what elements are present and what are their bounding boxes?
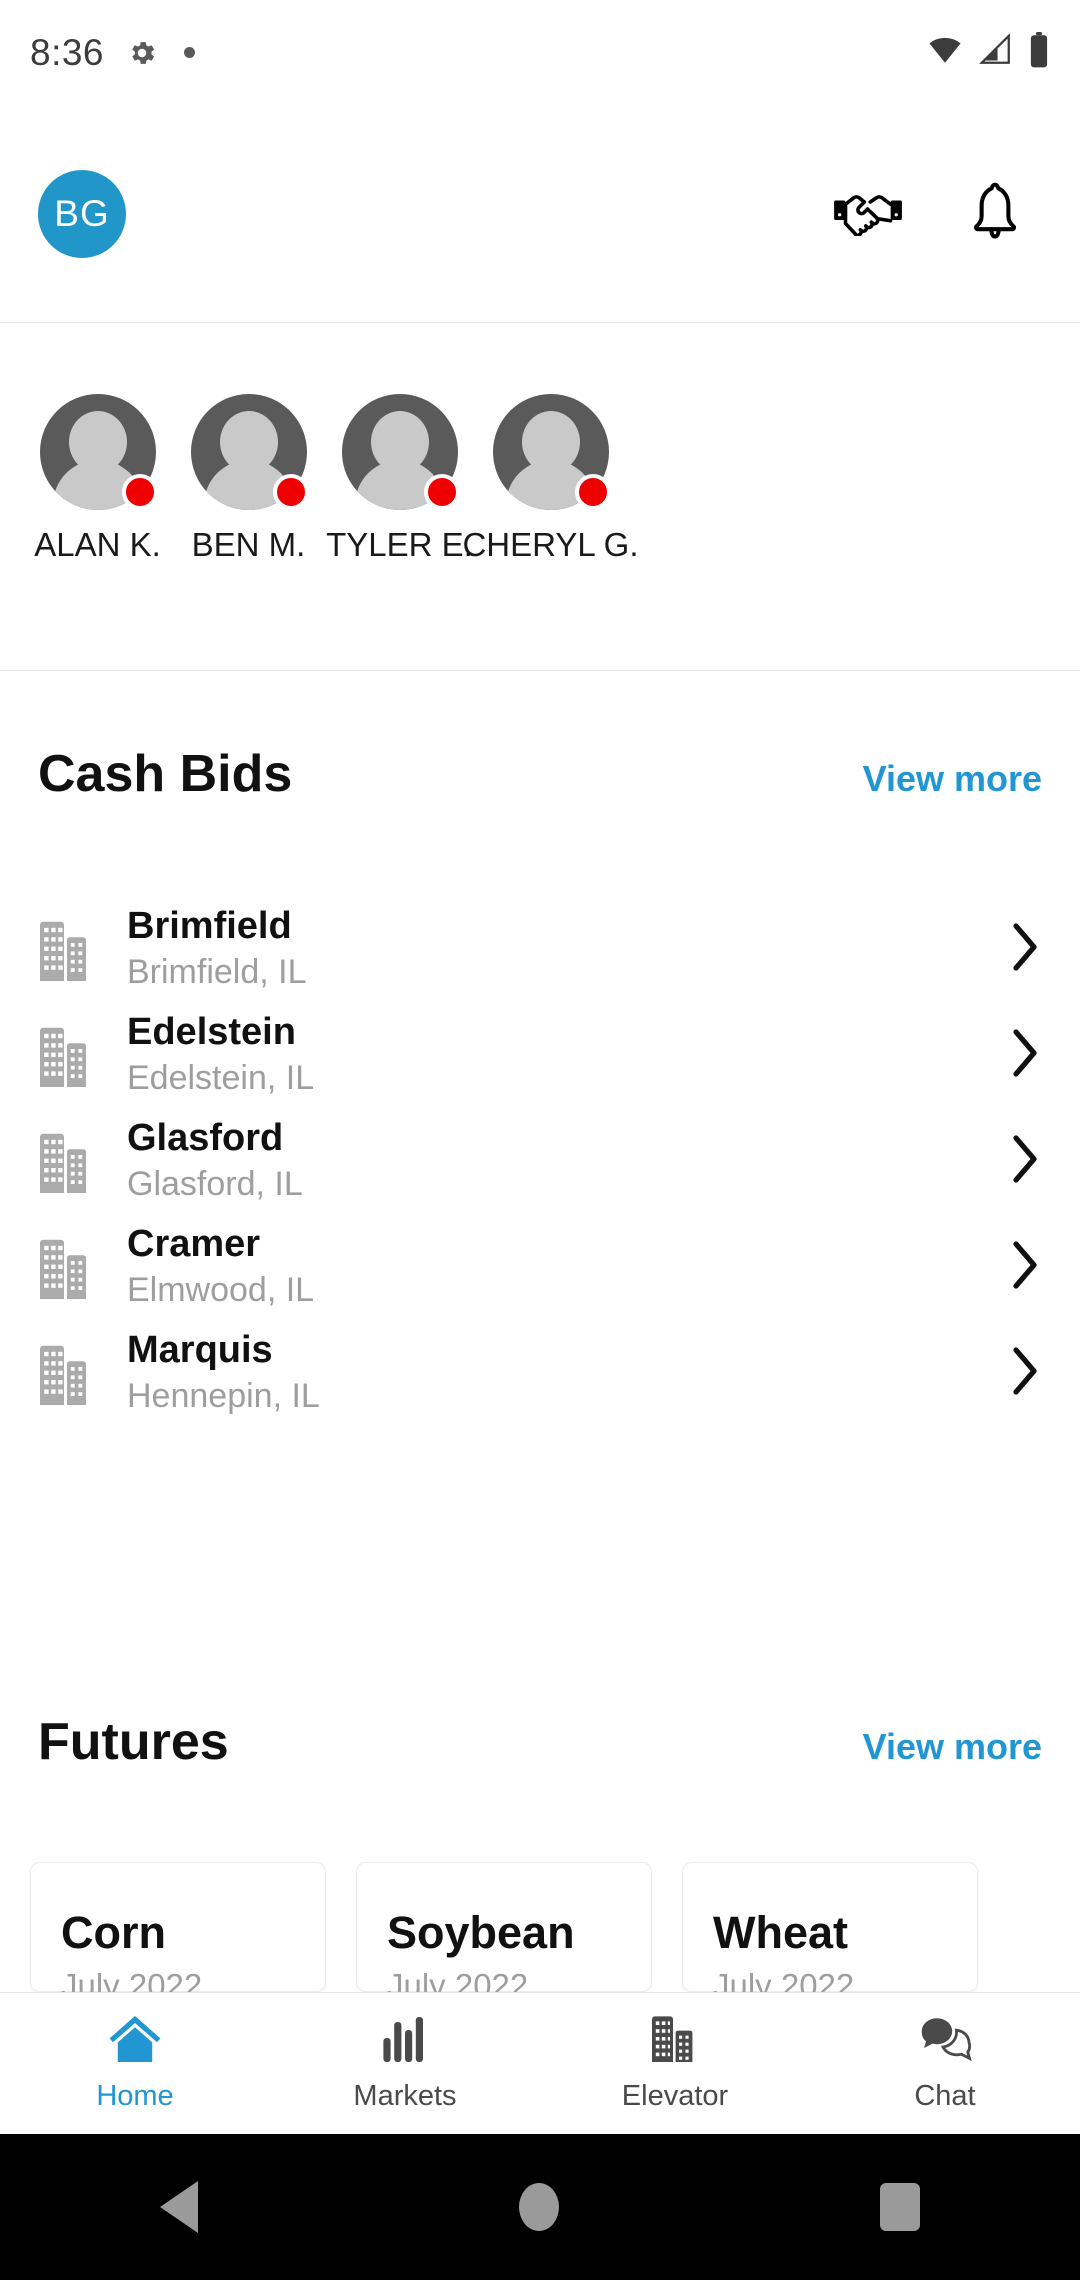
bar-chart-icon — [380, 2014, 430, 2071]
chevron-right-icon[interactable] — [1008, 1345, 1042, 1402]
cash-bids-title: Cash Bids — [38, 745, 293, 803]
contact-avatar — [341, 394, 460, 510]
cash-bid-location: Glasford, IL — [127, 1164, 303, 1203]
status-bar: 8:36 — [0, 0, 1080, 105]
cash-bids-view-more-link[interactable]: View more — [863, 758, 1042, 800]
contact-name: ALAN K. — [34, 526, 161, 563]
recents-button-icon[interactable] — [879, 2183, 920, 2231]
cash-bid-row[interactable]: Edelstein Edelstein, IL — [0, 1002, 1080, 1108]
cash-bids-list: Brimfield Brimfield, IL Edelstein Edelst… — [0, 896, 1080, 1426]
nav-item-chat[interactable]: Chat — [810, 2014, 1080, 2113]
cellular-signal-icon — [977, 33, 1015, 72]
futures-title: Futures — [38, 1713, 229, 1771]
futures-month: July 2022 — [61, 1967, 203, 1992]
cash-bid-name: Edelstein — [127, 1010, 296, 1053]
building-icon — [38, 1019, 102, 1091]
avatar[interactable]: BG — [38, 169, 126, 258]
contact-item[interactable]: CHERYL G. — [462, 394, 639, 564]
cash-bid-name: Glasford — [127, 1116, 284, 1159]
nav-label-chat: Chat — [914, 2080, 976, 2112]
building-icon — [38, 1337, 102, 1409]
bell-icon[interactable] — [966, 180, 1024, 247]
futures-month: July 2022 — [713, 1967, 855, 1992]
cash-bid-location: Elmwood, IL — [127, 1270, 315, 1309]
chat-icon — [917, 2014, 973, 2071]
status-bar-indicators — [926, 32, 1050, 73]
nav-label-markets: Markets — [353, 2080, 457, 2112]
cash-bid-text: Edelstein Edelstein, IL — [127, 1011, 314, 1099]
cash-bid-text: Glasford Glasford, IL — [127, 1117, 303, 1205]
android-system-navigation-bar — [0, 2134, 1080, 2280]
contact-item[interactable]: BEN M. — [173, 394, 324, 564]
contact-item[interactable]: TYLER E. — [324, 394, 475, 564]
back-button-icon[interactable] — [160, 2181, 199, 2233]
app-header: BG — [0, 105, 1080, 323]
contact-name: BEN M. — [191, 526, 306, 563]
status-bar-clock: 8:36 — [30, 31, 105, 73]
nav-item-home[interactable]: Home — [0, 2014, 270, 2113]
futures-commodity: Soybean — [387, 1907, 575, 1958]
building-icon — [649, 2014, 701, 2071]
futures-section-header: Futures View more — [0, 1712, 1080, 1772]
bottom-navigation: Home Markets Elevator Chat — [0, 1992, 1080, 2134]
cash-bid-name: Marquis — [127, 1328, 273, 1371]
building-icon — [38, 913, 102, 985]
nav-label-elevator: Elevator — [621, 2080, 729, 2112]
cash-bid-row[interactable]: Cramer Elmwood, IL — [0, 1214, 1080, 1320]
building-icon — [38, 1125, 102, 1197]
futures-commodity: Wheat — [713, 1907, 848, 1958]
cash-bid-location: Hennepin, IL — [127, 1376, 320, 1415]
chevron-right-icon[interactable] — [1008, 1133, 1042, 1190]
status-badge — [574, 474, 611, 510]
gear-icon — [126, 37, 158, 69]
handshake-icon[interactable] — [832, 186, 904, 241]
cash-bid-name: Brimfield — [127, 904, 292, 947]
nav-item-elevator[interactable]: Elevator — [540, 2014, 810, 2113]
futures-view-more-link[interactable]: View more — [863, 1726, 1042, 1768]
nav-label-home: Home — [96, 2080, 174, 2112]
status-badge — [121, 474, 158, 510]
contact-item[interactable]: ALAN K. — [22, 394, 173, 564]
cash-bid-text: Cramer Elmwood, IL — [127, 1223, 314, 1311]
building-icon — [38, 1231, 102, 1303]
dot-indicator — [184, 47, 196, 58]
cash-bid-row[interactable]: Glasford Glasford, IL — [0, 1108, 1080, 1214]
app-screen: 8:36 BG ALAN K. BEN M. TYLER E. CHERYL G… — [0, 0, 1080, 2280]
futures-card[interactable]: Wheat July 2022 — [682, 1862, 978, 1992]
contact-name: CHERYL G. — [462, 526, 639, 563]
chevron-right-icon[interactable] — [1008, 921, 1042, 978]
app-header-actions — [832, 180, 1042, 247]
wifi-icon — [926, 33, 964, 72]
cash-bids-section-header: Cash Bids View more — [0, 744, 1080, 804]
nav-item-markets[interactable]: Markets — [270, 2014, 540, 2113]
cash-bid-location: Edelstein, IL — [127, 1058, 315, 1097]
cash-bid-text: Marquis Hennepin, IL — [127, 1329, 320, 1417]
futures-month: July 2022 — [387, 1967, 529, 1992]
contact-avatar — [492, 394, 611, 510]
cash-bid-row[interactable]: Marquis Hennepin, IL — [0, 1320, 1080, 1426]
futures-card[interactable]: Corn July 2022 — [30, 1862, 326, 1992]
chevron-right-icon[interactable] — [1008, 1239, 1042, 1296]
contact-avatar — [190, 394, 309, 510]
cash-bid-row[interactable]: Brimfield Brimfield, IL — [0, 896, 1080, 1002]
futures-card[interactable]: Soybean July 2022 — [356, 1862, 652, 1992]
status-badge — [423, 474, 460, 510]
avatar-initials: BG — [54, 192, 110, 234]
contacts-strip: ALAN K. BEN M. TYLER E. CHERYL G. — [0, 324, 1080, 671]
cash-bid-text: Brimfield Brimfield, IL — [127, 905, 307, 993]
status-badge — [272, 474, 309, 510]
home-button-icon[interactable] — [518, 2183, 559, 2231]
contact-name: TYLER E. — [326, 526, 473, 563]
contact-avatar — [39, 394, 158, 510]
futures-card-strip[interactable]: Corn July 2022 Soybean July 2022 Wheat J… — [0, 1862, 1080, 1992]
chevron-right-icon[interactable] — [1008, 1027, 1042, 1084]
home-icon — [106, 2014, 164, 2071]
battery-icon — [1028, 32, 1050, 73]
cash-bid-location: Brimfield, IL — [127, 952, 307, 991]
futures-commodity: Corn — [61, 1907, 166, 1958]
cash-bid-name: Cramer — [127, 1222, 261, 1265]
